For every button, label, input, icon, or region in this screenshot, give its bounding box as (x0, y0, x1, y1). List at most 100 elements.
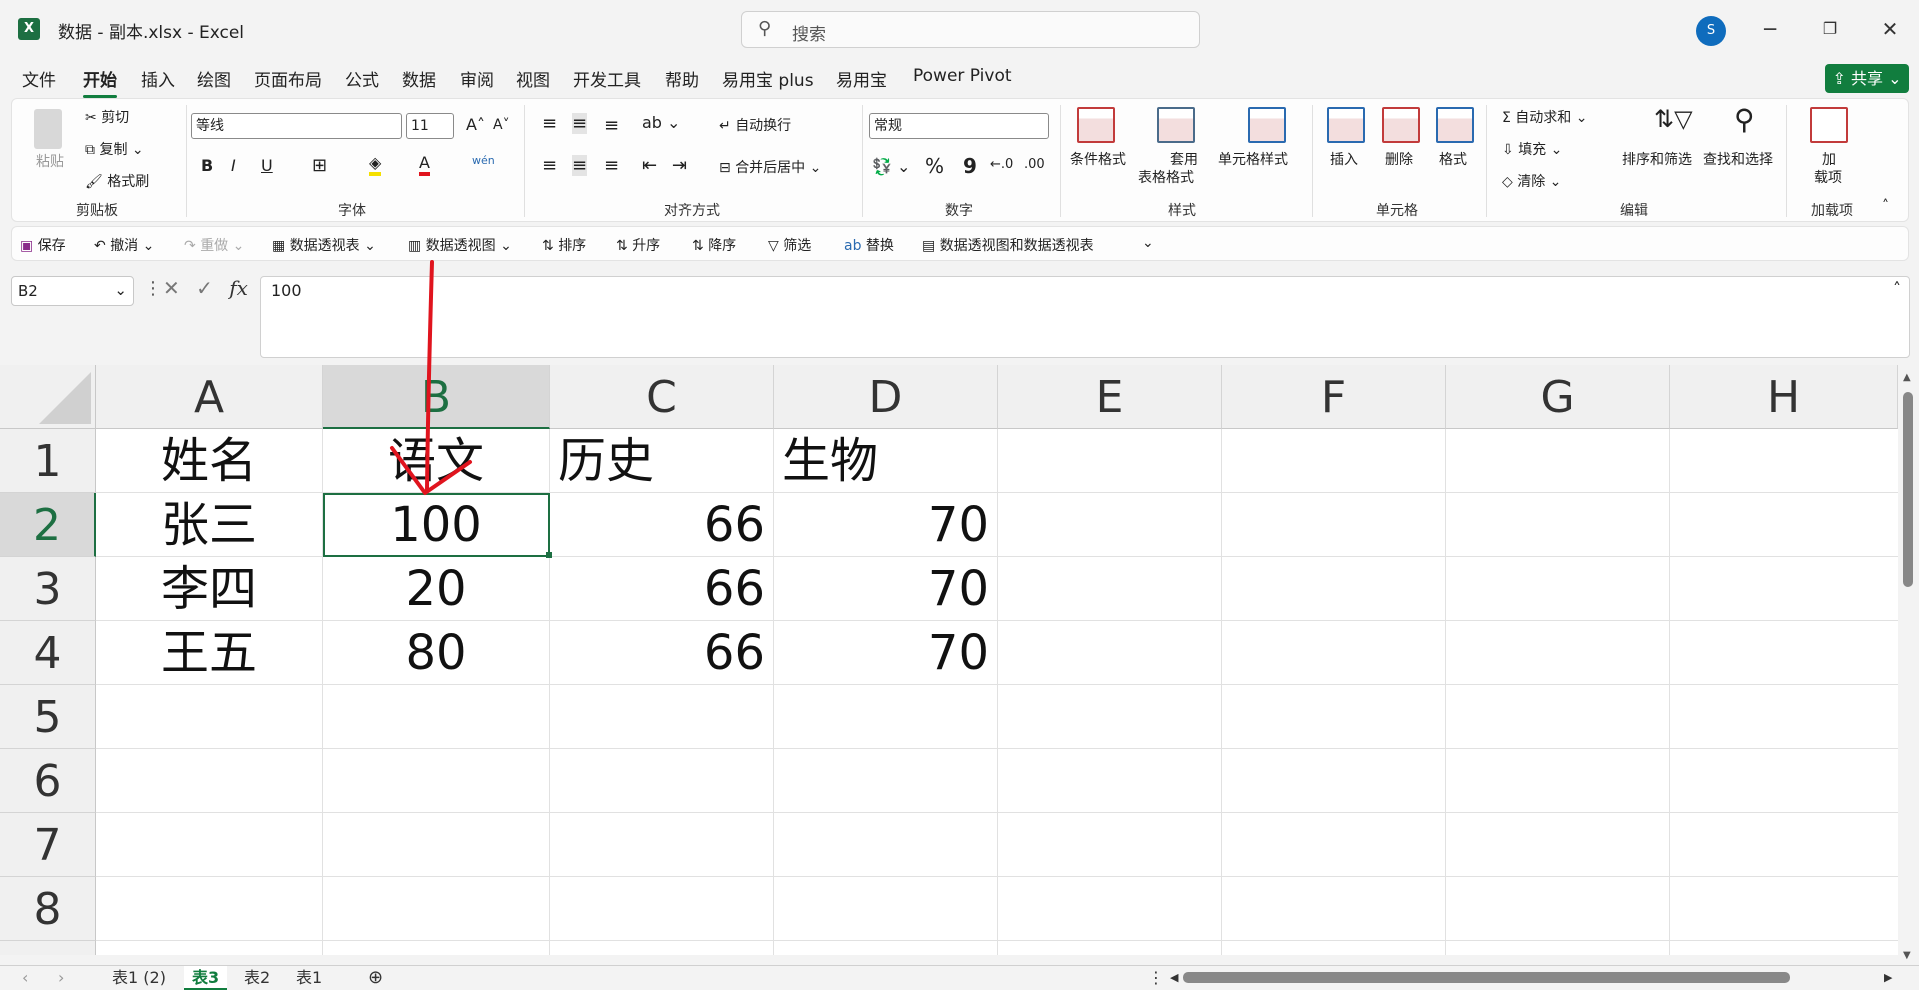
tab-draw[interactable]: 绘图 (197, 66, 231, 91)
qat-sort-desc-button[interactable]: ⇅ 降序 (692, 235, 736, 255)
fill-button[interactable]: ⇩ 填充 ⌄ (1502, 139, 1562, 159)
italic-button[interactable]: I (231, 156, 236, 175)
tab-formulas[interactable]: 公式 (345, 66, 379, 91)
copy-button[interactable]: ⧉ 复制 ⌄ (85, 139, 144, 159)
orientation-icon[interactable]: ab ⌄ (642, 113, 680, 132)
align-left-icon[interactable]: ≡ (542, 155, 557, 176)
name-box[interactable]: B2 ⌄ (11, 276, 134, 306)
clear-button[interactable]: ◇ 清除 ⌄ (1502, 171, 1561, 191)
next-sheet-icon[interactable]: › (50, 966, 72, 990)
enter-icon[interactable]: ✓ (196, 276, 213, 300)
sheet-tab-3[interactable]: 表3 (184, 966, 228, 990)
percent-button[interactable]: % (925, 154, 944, 178)
align-bottom-icon[interactable]: ≡ (604, 115, 619, 136)
collapse-ribbon-icon[interactable]: ˄ (1882, 198, 1889, 214)
qat-replace-button[interactable]: ab 替换 (844, 235, 894, 255)
scroll-right-icon[interactable]: ▶ (1876, 966, 1900, 990)
cell-a2[interactable]: 张三 (96, 493, 323, 557)
column-header-a[interactable]: A (96, 365, 323, 429)
prev-sheet-icon[interactable]: ‹ (14, 966, 36, 990)
bold-button[interactable]: B (201, 156, 213, 175)
column-header-f[interactable]: F (1222, 365, 1446, 429)
qat-pivot-chart-table-button[interactable]: ▤ 数据透视图和数据透视表 (922, 235, 1094, 255)
sheet-tab-1[interactable]: 表1 (288, 966, 330, 990)
tab-home[interactable]: 开始 (83, 66, 117, 98)
wrap-text-button[interactable]: ↵ 自动换行 (719, 115, 791, 135)
align-right-icon[interactable]: ≡ (604, 155, 619, 176)
tab-yiyongbao-plus[interactable]: 易用宝 plus (722, 66, 814, 91)
cell-d1[interactable]: 生物 (774, 429, 998, 493)
align-top-icon[interactable]: ≡ (542, 113, 557, 134)
row-header-8[interactable]: 8 (0, 877, 96, 941)
row-header-5[interactable]: 5 (0, 685, 96, 749)
increase-font-icon[interactable]: A˄ (466, 115, 485, 134)
column-header-b[interactable]: B (323, 365, 550, 429)
search-box[interactable]: ⚲ 搜索 (741, 11, 1200, 48)
row-header-3[interactable]: 3 (0, 557, 96, 621)
row-header-6[interactable]: 6 (0, 749, 96, 813)
close-icon[interactable]: ✕ (1870, 14, 1910, 44)
insert-cells-button[interactable]: 插入 (1330, 149, 1358, 169)
cancel-icon[interactable]: ✕ (163, 276, 180, 300)
expand-formula-icon[interactable]: ˄ (1893, 279, 1901, 298)
scroll-up-icon[interactable]: ▲ (1903, 372, 1911, 383)
row-header-1[interactable]: 1 (0, 429, 96, 493)
worksheet-grid[interactable]: A B C D E F G H 1 2 3 4 5 6 7 8 9 姓名 语文 … (0, 365, 1898, 955)
share-button[interactable]: ⇪ 共享 ⌄ (1825, 64, 1909, 93)
column-header-d[interactable]: D (774, 365, 998, 429)
add-sheet-icon[interactable]: ⊕ (360, 966, 391, 990)
tab-page-layout[interactable]: 页面布局 (254, 66, 322, 91)
cell-a4[interactable]: 王五 (96, 621, 323, 685)
number-format-select[interactable]: 常规 (869, 113, 1049, 139)
addins-button[interactable]: 加 (1822, 149, 1836, 169)
qat-sort-button[interactable]: ⇅ 排序 (542, 235, 586, 255)
row-header-9[interactable]: 9 (0, 941, 96, 955)
fill-color-icon[interactable]: ◈ (369, 153, 382, 176)
align-middle-icon[interactable]: ≡ (572, 113, 588, 134)
restore-icon[interactable]: ❐ (1810, 14, 1850, 44)
cut-button[interactable]: ✂ 剪切 (85, 107, 129, 127)
qat-undo-button[interactable]: ↶ 撤消 ⌄ (94, 235, 154, 255)
phonetic-icon[interactable]: wén (472, 154, 495, 167)
merge-center-button[interactable]: ⊟ 合并后居中 ⌄ (719, 157, 821, 177)
qat-customize-icon[interactable]: ⌄ (1142, 235, 1154, 251)
minimize-icon[interactable]: ─ (1750, 14, 1790, 44)
cell-a3[interactable]: 李四 (96, 557, 323, 621)
font-color-icon[interactable]: A (419, 153, 430, 176)
select-all-corner[interactable] (0, 365, 96, 429)
row-header-2[interactable]: 2 (0, 493, 96, 557)
tab-insert[interactable]: 插入 (141, 66, 175, 91)
tab-developer[interactable]: 开发工具 (573, 66, 641, 91)
format-cells-button[interactable]: 格式 (1439, 149, 1467, 169)
row-header-7[interactable]: 7 (0, 813, 96, 877)
format-painter-button[interactable]: 🖌 格式刷 (85, 171, 149, 191)
autosum-button[interactable]: Σ 自动求和 ⌄ (1502, 107, 1587, 127)
vertical-scroll-thumb[interactable] (1903, 392, 1913, 587)
tab-review[interactable]: 审阅 (460, 66, 494, 91)
qat-redo-button[interactable]: ↷ 重做 ⌄ (184, 235, 244, 255)
font-name-select[interactable]: 等线 (191, 113, 402, 139)
column-header-h[interactable]: H (1670, 365, 1898, 429)
column-header-g[interactable]: G (1446, 365, 1670, 429)
cell-c3[interactable]: 66 (550, 557, 774, 621)
formula-input[interactable]: 100 ˄ (260, 276, 1910, 358)
tab-power-pivot[interactable]: Power Pivot (913, 66, 1012, 86)
qat-save-button[interactable]: ▣ 保存 (20, 235, 66, 255)
accounting-format-icon[interactable]: 💱 ⌄ (872, 157, 910, 176)
delete-cells-button[interactable]: 删除 (1385, 149, 1413, 169)
column-header-e[interactable]: E (998, 365, 1222, 429)
cell-d2[interactable]: 70 (774, 493, 998, 557)
row-header-4[interactable]: 4 (0, 621, 96, 685)
sheet-tab-2[interactable]: 表2 (236, 966, 278, 990)
decrease-decimal-icon[interactable]: .00 (1024, 157, 1045, 172)
cell-d4[interactable]: 70 (774, 621, 998, 685)
find-select-button[interactable]: 查找和选择 (1703, 149, 1773, 169)
qat-pivot-table-button[interactable]: ▦ 数据透视表 ⌄ (272, 235, 376, 255)
cell-b2[interactable]: 100 (323, 493, 550, 557)
increase-indent-icon[interactable]: ⇥ (672, 155, 687, 176)
cell-c2[interactable]: 66 (550, 493, 774, 557)
qat-sort-asc-button[interactable]: ⇅ 升序 (616, 235, 660, 255)
cell-c4[interactable]: 66 (550, 621, 774, 685)
cell-styles-button[interactable]: 单元格样式 (1218, 149, 1288, 169)
sort-filter-button[interactable]: 排序和筛选 (1622, 149, 1692, 169)
